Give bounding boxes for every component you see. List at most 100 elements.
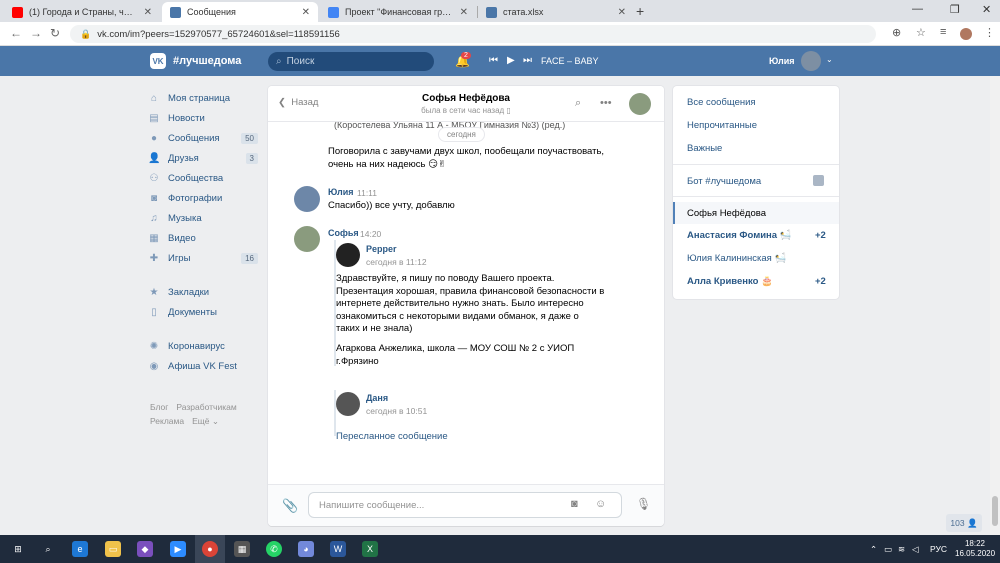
browser-tab-docs[interactable]: Проект "Финансовая грамотно ✕ — [320, 2, 476, 22]
calculator-icon[interactable]: ▦ — [234, 541, 250, 557]
camera-icon[interactable]: ◙ — [571, 498, 578, 510]
menu-item-messages[interactable]: ● Сообщения 50 — [148, 128, 260, 148]
browser-tab-youtube[interactable]: (1) Города и Страны, часть 1 - Ю ✕ — [4, 2, 160, 22]
word-icon[interactable]: W — [330, 541, 346, 557]
tray-battery-icon[interactable]: ▭ — [884, 544, 892, 555]
browser-tab-messages[interactable]: Сообщения ✕ — [162, 2, 318, 22]
close-window-icon[interactable]: ✕ — [982, 3, 991, 16]
prev-track-icon[interactable]: ⏮ — [489, 55, 498, 66]
forward-author[interactable]: Pepper — [366, 244, 397, 254]
more-dots-icon[interactable]: ••• — [600, 97, 612, 109]
header-avatar[interactable] — [801, 51, 821, 71]
menu-item-vkfest[interactable]: ◉ Афиша VK Fest — [148, 356, 260, 376]
forward-arrow-icon[interactable]: → — [30, 26, 42, 40]
profile-avatar[interactable] — [960, 28, 972, 40]
tray-volume-icon[interactable]: ◁ — [912, 544, 919, 555]
message-text: Поговорила с завучами двух школ, пообеща… — [328, 146, 605, 170]
avatar[interactable] — [336, 243, 360, 267]
reload-icon[interactable]: ↻ — [50, 26, 60, 40]
edge-icon[interactable]: e — [72, 541, 88, 557]
menu-item-bookmarks[interactable]: ★ Закладки — [148, 282, 260, 302]
new-tab-button[interactable]: + — [636, 3, 644, 19]
menu-item-documents[interactable]: ▯ Документы — [148, 302, 260, 322]
search-input[interactable] — [286, 56, 417, 67]
conversation-item[interactable]: Алла Кривенко 🎂 — [687, 276, 773, 287]
scrollbar-thumb[interactable] — [992, 496, 998, 526]
tray-network-icon[interactable]: ≋ — [898, 544, 905, 555]
close-icon[interactable]: ✕ — [460, 7, 468, 18]
conversation-item[interactable]: Юлия Калининская 🛀 — [687, 253, 786, 264]
excel-icon[interactable]: X — [362, 541, 378, 557]
menu-item-video[interactable]: ▦ Видео — [148, 228, 260, 248]
conversation-item[interactable]: Анастасия Фомина 🛀 — [687, 230, 792, 241]
filter-all-messages[interactable]: Все сообщения — [687, 97, 756, 108]
footer-link-ads[interactable]: Реклама — [150, 416, 184, 426]
browser-tab-xlsx[interactable]: стата.xlsx ✕ — [478, 2, 634, 22]
chrome-icon[interactable]: ● — [202, 541, 218, 557]
media-control-icon[interactable]: ≡ — [940, 26, 946, 38]
menu-item-music[interactable]: ♫ Музыка — [148, 208, 260, 228]
forward-text: Здравствуйте, я пишу по поводу Вашего пр… — [336, 273, 605, 334]
search-icon[interactable]: ⌕ — [40, 541, 56, 557]
avatar[interactable] — [294, 226, 320, 252]
selected-conversation[interactable]: Софья Нефёдова — [673, 202, 839, 224]
filter-important[interactable]: Важные — [687, 143, 722, 154]
search-box[interactable]: ⌕ — [268, 52, 434, 71]
language-indicator[interactable]: РУС — [930, 544, 947, 554]
microphone-icon[interactable]: 🎙 — [636, 497, 651, 511]
footer-link-blog[interactable]: Блог — [150, 402, 168, 412]
footer-link-dev[interactable]: Разработчикам — [176, 402, 236, 412]
discord-icon[interactable]: ◕ — [298, 541, 314, 557]
restore-icon[interactable]: ❐ — [950, 3, 960, 16]
menu-dots-icon[interactable]: ⋮ — [984, 26, 995, 39]
track-title[interactable]: FACE – BABY — [541, 56, 599, 66]
attach-icon[interactable]: 📎 — [282, 498, 298, 514]
menu-item-games[interactable]: ✚ Игры 16 — [148, 248, 260, 268]
footer-link-more[interactable]: Ещё ⌄ — [192, 416, 219, 426]
whatsapp-icon[interactable]: ✆ — [266, 541, 282, 557]
close-icon[interactable]: ✕ — [618, 7, 626, 18]
message-input-box[interactable]: ◙ ☺ — [308, 492, 622, 518]
minimize-icon[interactable]: — — [912, 3, 923, 15]
message-input[interactable] — [319, 499, 559, 511]
search-icon[interactable]: ⌕ — [575, 97, 581, 110]
bookmark-star-icon[interactable]: ☆ — [916, 26, 926, 39]
translate-icon[interactable]: ⊕ — [892, 26, 901, 39]
menu-item-news[interactable]: ▤ Новости — [148, 108, 260, 128]
file-explorer-icon[interactable]: ▭ — [105, 541, 121, 557]
menu-item-photos[interactable]: ◙ Фотографии — [148, 188, 260, 208]
back-arrow-icon[interactable]: ← — [10, 26, 22, 40]
play-icon[interactable]: ▶ — [507, 55, 515, 66]
vk-logo[interactable]: VK — [150, 53, 166, 69]
message-list[interactable]: (Коростелева Ульяна 11 А - МБОУ Гимназия… — [268, 122, 664, 484]
forwarded-message-link[interactable]: Пересланное сообщение — [336, 431, 448, 442]
menu-item-communities[interactable]: ⚇ Сообщества — [148, 168, 260, 188]
avatar[interactable] — [336, 392, 360, 416]
tray-up-icon[interactable]: ⌃ — [870, 544, 877, 555]
filter-unread[interactable]: Непрочитанные — [687, 120, 757, 131]
address-bar[interactable]: 🔒 vk.com/im?peers=152970577_65724601&sel… — [70, 25, 876, 43]
bot-conversation[interactable]: Бот #лучшедома — [687, 176, 761, 187]
menu-item-friends[interactable]: 👤 Друзья 3 — [148, 148, 260, 168]
menu-item-my-page[interactable]: ⌂ Моя страница — [148, 88, 260, 108]
chat-avatar[interactable] — [629, 93, 651, 115]
forward-author[interactable]: Даня — [366, 393, 388, 403]
close-icon[interactable]: ✕ — [302, 7, 310, 18]
emoji-icon[interactable]: ☺ — [595, 498, 606, 510]
chevron-down-icon[interactable]: ⌄ — [826, 55, 833, 64]
close-icon[interactable]: ✕ — [144, 7, 152, 18]
message-author[interactable]: Юлия — [328, 187, 354, 197]
taskbar-clock[interactable]: 18:22 16.05.2020 — [955, 539, 995, 559]
message-author[interactable]: Софья — [328, 228, 359, 238]
online-counter[interactable]: 103 👤 — [946, 514, 982, 532]
next-track-icon[interactable]: ⏭ — [523, 55, 532, 66]
header-user-name[interactable]: Юлия — [769, 56, 795, 66]
forward-time: сегодня в 11:12 — [366, 257, 427, 267]
windows-start-icon[interactable]: ⊞ — [10, 541, 26, 557]
zoom-icon[interactable]: ▶ — [170, 541, 186, 557]
vk-brand[interactable]: #лучшедома — [173, 55, 241, 67]
page-scrollbar[interactable] — [990, 76, 1000, 535]
visual-studio-icon[interactable]: ◆ — [137, 541, 153, 557]
menu-item-coronavirus[interactable]: ✺ Коронавирус — [148, 336, 260, 356]
avatar[interactable] — [294, 186, 320, 212]
